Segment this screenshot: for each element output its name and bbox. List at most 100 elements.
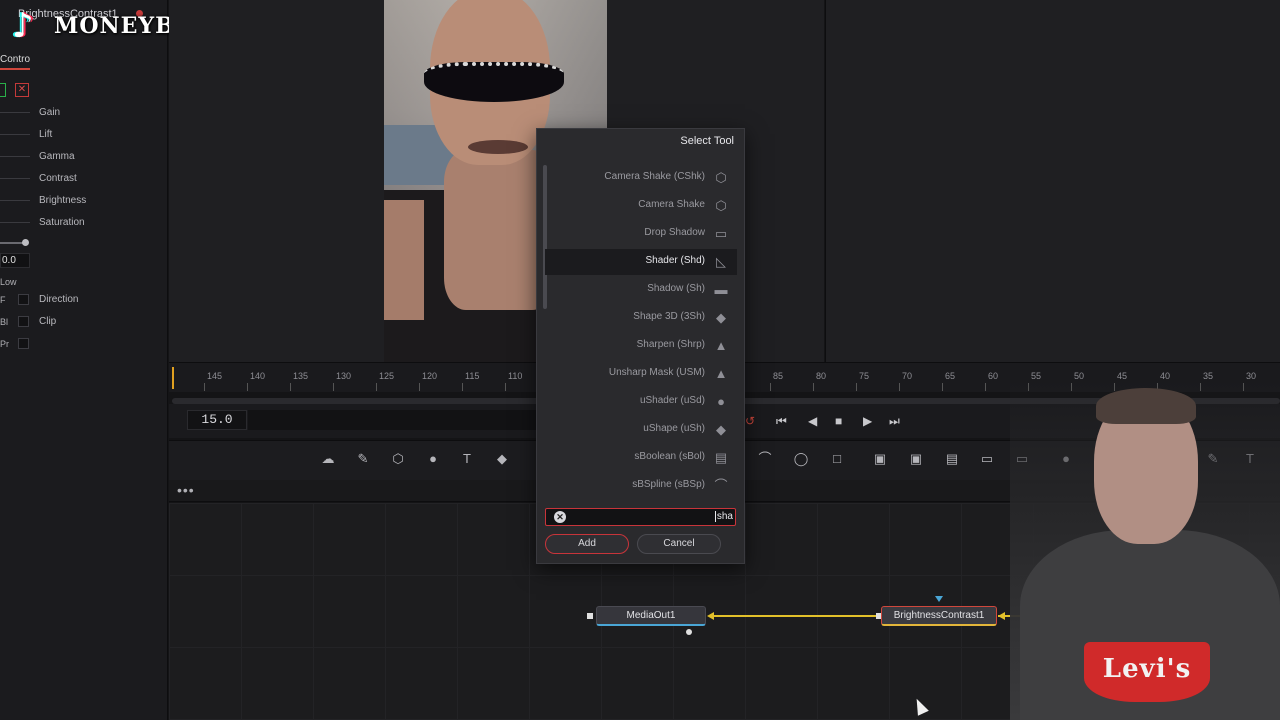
- ruler-tick: 120: [422, 371, 438, 381]
- red-checkbox[interactable]: ✕: [15, 83, 29, 97]
- green-checkbox[interactable]: [0, 83, 6, 97]
- tool-list-item[interactable]: sBoolean (sBol) ▤: [545, 445, 737, 471]
- rectangle-tool-icon[interactable]: □: [827, 450, 847, 468]
- tool-list-item[interactable]: Camera Shake ⬡: [545, 193, 737, 219]
- ruler-tick: 110: [508, 371, 523, 381]
- ruler-tick-mark: [899, 383, 900, 391]
- clip-value[interactable]: Bl: [0, 317, 8, 327]
- background-tool-icon[interactable]: ☁: [318, 450, 338, 468]
- crop-tool-icon[interactable]: ▣: [906, 450, 926, 468]
- frame-field[interactable]: 15.0: [187, 410, 247, 430]
- gain-slider[interactable]: [0, 112, 30, 113]
- tool-list-item[interactable]: Shape 3D (3Sh) ◆: [545, 305, 737, 331]
- input-arrow-icon: [998, 612, 1005, 620]
- frame-range: [248, 410, 538, 430]
- tool-item-label: Sharpen (Shrp): [636, 339, 705, 350]
- param-contrast-label: Contrast: [39, 173, 77, 184]
- search-value[interactable]: sha: [714, 511, 733, 522]
- ruler-tick: 65: [945, 371, 956, 381]
- tool-item-label: Camera Shake (CShk): [604, 171, 705, 182]
- webcam-hair: [1096, 388, 1196, 424]
- pre-box[interactable]: [18, 338, 29, 349]
- direction-box[interactable]: [18, 294, 29, 305]
- ruler-tick: 135: [293, 371, 309, 381]
- video-glasses: [424, 62, 564, 102]
- tool-search-field[interactable]: ✕ sha: [545, 508, 736, 526]
- tool-list-item[interactable]: sBSpline (sBSp) ⌒: [545, 473, 737, 499]
- clear-search-icon[interactable]: ✕: [554, 511, 566, 523]
- param-saturation-label: Saturation: [39, 217, 85, 228]
- ruler-tick: 140: [250, 371, 266, 381]
- video-shoulder: [384, 200, 424, 320]
- tool-item-label: uShape (uSh): [643, 423, 705, 434]
- param-lift-label: Lift: [39, 129, 53, 140]
- ruler-tick: 60: [988, 371, 999, 381]
- tool-item-label: Drop Shadow: [644, 227, 705, 238]
- direction-value[interactable]: F: [0, 295, 6, 305]
- ruler-tick: 70: [902, 371, 913, 381]
- value-slider-knob[interactable]: [22, 239, 29, 246]
- video-mouth: [468, 140, 528, 154]
- tool-list-item[interactable]: Unsharp Mask (USM) ▲: [545, 361, 737, 387]
- blur-tool-icon[interactable]: ●: [423, 450, 443, 468]
- tool-list-item[interactable]: Shadow (Sh) ▬: [545, 277, 737, 303]
- media-out-input-port[interactable]: [587, 613, 593, 619]
- tab-controls[interactable]: Contro: [0, 54, 30, 65]
- go-to-end-icon[interactable]: ⏭: [889, 414, 900, 429]
- tool-list-item[interactable]: uShader (uSd) ●: [545, 389, 737, 415]
- paint-tool-icon[interactable]: ✎: [353, 450, 373, 468]
- loop-icon[interactable]: ↺: [745, 414, 755, 428]
- tool-list-item[interactable]: Drop Shadow ▭: [545, 221, 737, 247]
- media-out-view-port[interactable]: [686, 629, 692, 635]
- link-arrow-icon: [707, 612, 714, 620]
- tool-list-item[interactable]: uShape (uSh) ◆: [545, 417, 737, 443]
- play-icon[interactable]: ▶: [863, 414, 872, 428]
- param-gamma-label: Gamma: [39, 151, 75, 162]
- stop-icon[interactable]: ■: [835, 414, 842, 428]
- add-button[interactable]: Add: [545, 534, 629, 554]
- webcam-overlay: Levi's: [1010, 380, 1280, 720]
- tool-list-item[interactable]: Sharpen (Shrp) ▲: [545, 333, 737, 359]
- clip-label: Clip: [39, 316, 57, 327]
- playhead[interactable]: [172, 367, 174, 389]
- tool-list-item[interactable]: Camera Shake (CShk) ⬡: [545, 165, 737, 191]
- tool-item-label: Shadow (Sh): [647, 283, 705, 294]
- node-marker-icon: [935, 596, 943, 602]
- ruler-tick-mark: [813, 383, 814, 391]
- shader-icon: ◺: [716, 254, 726, 269]
- tool-list-item[interactable]: Shader (Shd) ◺: [545, 249, 737, 275]
- tool-item-label: sBoolean (sBol): [634, 451, 705, 462]
- play-reverse-icon[interactable]: ◀: [808, 414, 817, 428]
- node-brightness-contrast[interactable]: BrightnessContrast1: [881, 606, 997, 626]
- lift-slider[interactable]: [0, 134, 30, 135]
- sboolean-icon: ▤: [714, 450, 728, 465]
- text-tool-icon[interactable]: T: [457, 450, 477, 468]
- gamma-slider[interactable]: [0, 156, 30, 157]
- polyline-tool-icon[interactable]: ⌒: [755, 450, 775, 468]
- shape-tool-icon[interactable]: ⬡: [388, 450, 408, 468]
- ruler-tick-mark: [204, 383, 205, 391]
- clip-box[interactable]: [18, 316, 29, 327]
- saturation-slider[interactable]: [0, 222, 30, 223]
- ruler-tick-mark: [333, 383, 334, 391]
- param-gain-label: Gain: [39, 107, 61, 118]
- go-to-start-icon[interactable]: ⏮: [776, 414, 787, 429]
- dialog-title: Select Tool: [680, 135, 734, 147]
- viewer-right[interactable]: [825, 0, 1280, 362]
- node-media-out[interactable]: MediaOut1: [596, 606, 706, 626]
- webcam-shirt-logo: Levi's: [1084, 642, 1210, 702]
- param-brightness-label: Brightness: [39, 195, 87, 206]
- value-field[interactable]: 0.0: [0, 253, 30, 268]
- more-options-icon[interactable]: •••: [177, 482, 195, 498]
- contrast-slider[interactable]: [0, 178, 30, 179]
- camera-tool-icon[interactable]: ▭: [977, 450, 997, 468]
- unsharp-mask-icon: ▲: [714, 366, 728, 381]
- ellipse-tool-icon[interactable]: ◯: [791, 450, 811, 468]
- transform-tool-icon[interactable]: ▣: [870, 450, 890, 468]
- resize-tool-icon[interactable]: ▤: [942, 450, 962, 468]
- ruler-tick: 85: [773, 371, 784, 381]
- merge-tool-icon[interactable]: ◆: [492, 450, 512, 468]
- brightness-slider[interactable]: [0, 200, 30, 201]
- cancel-button[interactable]: Cancel: [637, 534, 721, 554]
- select-tool-dialog[interactable]: Select Tool ✕ sha Add Cancel Camera Shak…: [536, 128, 745, 564]
